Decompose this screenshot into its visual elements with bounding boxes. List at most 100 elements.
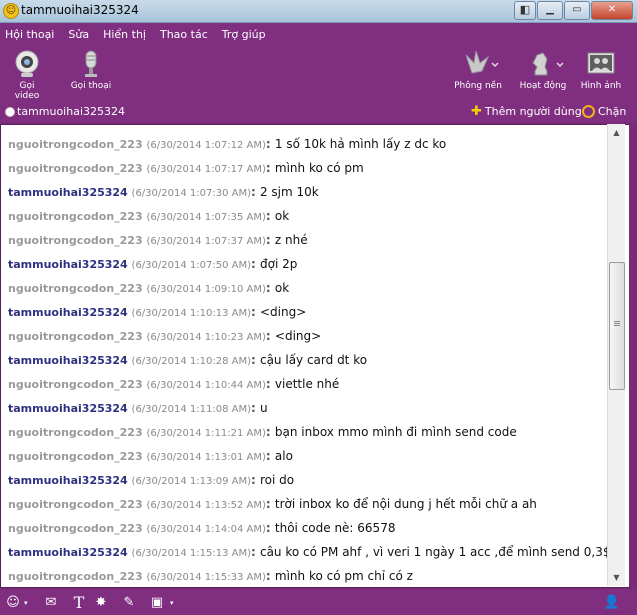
- activity-button[interactable]: Hoạt động: [516, 49, 570, 91]
- message-timestamp: (6/30/2014 1:07:50 AM): [131, 260, 251, 271]
- message-sender[interactable]: nguoitrongcodon_223: [8, 522, 143, 535]
- scroll-down-arrow-icon[interactable]: ▼: [608, 569, 625, 586]
- message-sender[interactable]: tammuoihai325324: [8, 474, 128, 487]
- message-sender[interactable]: nguoitrongcodon_223: [8, 378, 143, 391]
- message-text: alo: [274, 449, 293, 463]
- message-sender[interactable]: tammuoihai325324: [8, 306, 128, 319]
- message-row: nguoitrongcodon_223 (6/30/2014 1:07:35 A…: [8, 209, 289, 223]
- menu-edit[interactable]: Sửa: [63, 28, 98, 41]
- message-row: nguoitrongcodon_223 (6/30/2014 1:15:33 A…: [8, 569, 413, 583]
- message-timestamp: (6/30/2014 1:13:01 AM): [146, 452, 266, 463]
- emoticon-icon[interactable]: ☺: [4, 594, 22, 612]
- message-sender[interactable]: nguoitrongcodon_223: [8, 162, 143, 175]
- menu-conversation[interactable]: Hội thoại: [0, 28, 63, 41]
- message-separator: :: [265, 281, 275, 295]
- attach-file-icon[interactable]: ✎: [120, 594, 138, 612]
- message-sender[interactable]: tammuoihai325324: [8, 186, 128, 199]
- message-row: tammuoihai325324 (6/30/2014 1:07:50 AM):…: [8, 257, 297, 271]
- contact-avatar-icon[interactable]: 👤: [603, 594, 621, 612]
- message-sender[interactable]: nguoitrongcodon_223: [8, 210, 143, 223]
- message-sender[interactable]: nguoitrongcodon_223: [8, 570, 143, 583]
- nudge-icon[interactable]: ✸: [92, 594, 110, 612]
- message-row: nguoitrongcodon_223 (6/30/2014 1:10:23 A…: [8, 329, 321, 343]
- block-icon: [582, 105, 595, 118]
- scroll-up-arrow-icon[interactable]: ▲: [608, 124, 625, 141]
- message-timestamp: (6/30/2014 1:09:10 AM): [146, 284, 266, 295]
- activity-label: Hoạt động: [519, 81, 567, 91]
- message-sender[interactable]: nguoitrongcodon_223: [8, 426, 143, 439]
- message-separator: :: [265, 329, 275, 343]
- scroll-thumb[interactable]: [609, 262, 625, 390]
- message-text: mình ko có pm: [274, 161, 364, 175]
- title-bar: ☺ tammuoihai325324 ◧ ▁ ▭ ✕: [0, 0, 637, 23]
- message-text: cậu lấy card dt ko: [259, 353, 368, 367]
- voice-call-button[interactable]: Gọi thoại: [70, 49, 112, 91]
- maximize-button[interactable]: ▭: [564, 1, 590, 20]
- photos-label: Hình ảnh: [580, 81, 622, 91]
- window-controls: ◧ ▁ ▭ ✕: [513, 1, 633, 20]
- message-text: thôi code nè: 66578: [274, 521, 396, 535]
- message-sender[interactable]: nguoitrongcodon_223: [8, 450, 143, 463]
- message-text: u: [259, 401, 268, 415]
- message-separator: :: [265, 233, 275, 247]
- message-separator: :: [265, 377, 275, 391]
- message-row: tammuoihai325324 (6/30/2014 1:15:13 AM):…: [8, 545, 610, 559]
- message-timestamp: (6/30/2014 1:10:44 AM): [146, 380, 266, 391]
- message-row: nguoitrongcodon_223 (6/30/2014 1:11:21 A…: [8, 425, 517, 439]
- message-separator: :: [251, 473, 260, 487]
- menu-view[interactable]: Hiển thị: [98, 28, 155, 41]
- message-separator: :: [265, 137, 275, 151]
- message-row: nguoitrongcodon_223 (6/30/2014 1:13:01 A…: [8, 449, 293, 463]
- message-timestamp: (6/30/2014 1:07:12 AM): [146, 140, 266, 151]
- message-timestamp: (6/30/2014 1:13:09 AM): [131, 476, 251, 487]
- minimize-button[interactable]: ▁: [537, 1, 563, 20]
- message-text: đợi 2p: [259, 257, 298, 271]
- buzz-icon[interactable]: ✉: [42, 594, 60, 612]
- chat-scrollbar[interactable]: ▲ ▼: [607, 124, 625, 586]
- message-sender[interactable]: nguoitrongcodon_223: [8, 330, 143, 343]
- window-extra-button[interactable]: ◧: [514, 1, 536, 20]
- menu-help[interactable]: Trợ giúp: [217, 28, 275, 41]
- font-icon[interactable]: T: [70, 594, 88, 612]
- message-sender[interactable]: tammuoihai325324: [8, 354, 128, 367]
- message-sender[interactable]: tammuoihai325324: [8, 258, 128, 271]
- emoticon-dropdown-icon[interactable]: ▾: [24, 599, 28, 607]
- message-text: mình ko có pm chỉ có z: [274, 569, 413, 583]
- message-sender[interactable]: nguoitrongcodon_223: [8, 282, 143, 295]
- contact-name: tammuoihai325324: [17, 105, 126, 118]
- message-text: viettle nhé: [274, 377, 340, 391]
- message-sender[interactable]: nguoitrongcodon_223: [8, 498, 143, 511]
- message-text: roi do: [259, 473, 295, 487]
- photo-share-dropdown-icon[interactable]: ▾: [170, 599, 174, 607]
- menu-actions[interactable]: Thao tác: [155, 28, 217, 41]
- background-button[interactable]: Phông nền: [452, 49, 504, 91]
- message-timestamp: (6/30/2014 1:07:17 AM): [146, 164, 266, 175]
- block-button[interactable]: Chặn: [582, 105, 626, 118]
- close-button[interactable]: ✕: [591, 1, 633, 20]
- photos-button[interactable]: Hình ảnh: [578, 49, 624, 91]
- message-sender[interactable]: nguoitrongcodon_223: [8, 234, 143, 247]
- message-row: nguoitrongcodon_223 (6/30/2014 1:13:52 A…: [8, 497, 537, 511]
- message-row: nguoitrongcodon_223 (6/30/2014 1:14:04 A…: [8, 521, 395, 535]
- message-row: nguoitrongcodon_223 (6/30/2014 1:07:17 A…: [8, 161, 364, 175]
- message-text: ok: [274, 209, 290, 223]
- window-title: tammuoihai325324: [21, 3, 139, 17]
- message-row: nguoitrongcodon_223 (6/30/2014 1:07:37 A…: [8, 233, 308, 247]
- menu-bar: Hội thoại Sửa Hiển thị Thao tác Trợ giúp: [0, 23, 637, 45]
- message-separator: :: [265, 161, 275, 175]
- message-timestamp: (6/30/2014 1:10:13 AM): [131, 308, 251, 319]
- message-row: tammuoihai325324 (6/30/2014 1:07:30 AM):…: [8, 185, 319, 199]
- photo-share-icon[interactable]: ▣: [148, 594, 166, 612]
- message-sender[interactable]: tammuoihai325324: [8, 402, 128, 415]
- add-user-button[interactable]: ✚ Thêm người dùng: [471, 105, 582, 119]
- chat-history[interactable]: nguoitrongcodon_223 (6/30/2014 1:07:12 A…: [0, 124, 630, 588]
- message-timestamp: (6/30/2014 1:13:52 AM): [146, 500, 266, 511]
- background-label: Phông nền: [454, 81, 502, 91]
- message-timestamp: (6/30/2014 1:10:28 AM): [131, 356, 251, 367]
- message-timestamp: (6/30/2014 1:11:08 AM): [131, 404, 251, 415]
- message-sender[interactable]: tammuoihai325324: [8, 546, 128, 559]
- video-call-button[interactable]: Gọi video: [6, 49, 48, 101]
- toolbar: Gọi video Gọi thoại Phông nền Hoạt động: [0, 45, 637, 103]
- message-row: nguoitrongcodon_223 (6/30/2014 1:10:44 A…: [8, 377, 339, 391]
- message-sender[interactable]: nguoitrongcodon_223: [8, 138, 143, 151]
